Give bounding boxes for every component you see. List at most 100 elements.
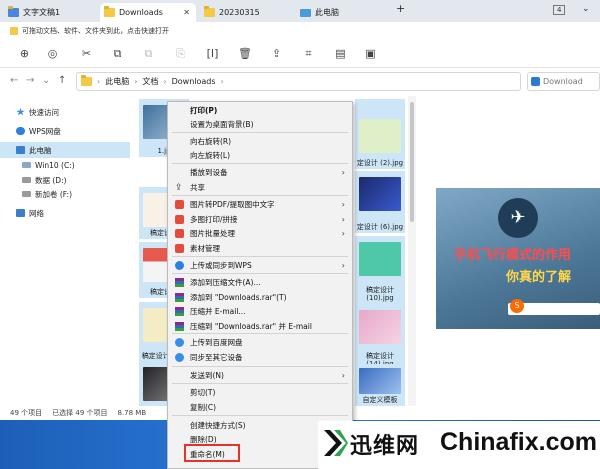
menu-item[interactable]: 向右旋转(R) [168,135,352,148]
breadcrumb-item[interactable]: 此电脑 [105,76,129,87]
file-area-scrollbar[interactable] [408,96,416,406]
breadcrumb-separator: › [163,77,167,86]
menu-item-label: 上传到百度网盘 [190,338,243,347]
file-tile[interactable]: 自定义模板 [355,364,405,406]
file-name: 自定义模板 [362,396,398,404]
scrollbar-thumb[interactable] [410,102,414,222]
menu-item[interactable]: 添加到 "Downloads.rar"(T) [168,291,352,304]
menu-item[interactable]: ⇪ 共享 [168,181,352,194]
close-icon[interactable]: ✕ [183,8,190,17]
new-item-icon[interactable]: ⊕ [18,48,31,60]
menu-item-label: 发送到(N) [190,371,224,380]
link-icon[interactable]: ⎘ [174,48,187,60]
menu-separator [172,415,348,416]
menu-item[interactable]: 同步至其它设备 [168,351,352,364]
baidu-icon [175,353,184,362]
file-tile[interactable]: 稿定设计 (14).jpg [355,304,405,370]
menu-item-label: 压缩并 E-mail... [190,307,246,316]
tab-20230315[interactable]: 20230315 [200,3,292,22]
menu-separator [172,195,348,196]
file-name: 定设计 (2).jpg [356,159,404,167]
wps-cloud-icon [175,261,184,270]
sidebar-item-this-pc[interactable]: 此电脑 [0,142,130,158]
menu-item[interactable]: 压缩并 E-mail... [168,305,352,318]
menu-item[interactable]: 素材管理 [168,242,352,255]
search-input[interactable]: Download [527,72,600,91]
file-thumbnail [359,310,401,344]
cut-icon[interactable]: ✂ [80,48,93,60]
folder-icon [204,6,215,17]
menu-item[interactable]: 多图打印/拼接 › [168,213,352,226]
menu-item-label: 上传或同步到WPS [190,261,252,270]
menu-item[interactable]: 播放到设备 › [168,166,352,179]
rar-icon [175,278,184,287]
more-icon[interactable]: ▣ [364,48,377,60]
menu-item-label: 同步至其它设备 [190,353,243,362]
wps-icon [175,244,184,253]
tab-downloads[interactable]: Downloads ✕ [100,3,196,22]
copy-icon[interactable]: ⧉ [111,48,124,60]
menu-item-label: 图片批量处理 [190,229,235,238]
up-icon[interactable]: ↑ [58,75,66,86]
file-thumbnail [359,119,401,153]
tab-count-badge[interactable]: 4 [553,5,566,15]
chevron-down-icon[interactable]: ⌄ [42,75,50,86]
crop-icon[interactable]: ⌗ [302,48,315,60]
menu-item[interactable]: 打印(P) [168,104,352,117]
toolbar: ⊕ ◎ ✂ ⧉ ⧉ ⎘ [I] 🗑 ⇪ ⌗ ▤ ▣ [0,40,600,68]
properties-icon[interactable]: ◎ [46,48,59,60]
airplane-icon: ✈ [498,198,538,238]
menu-item[interactable]: 设置为桌面背景(B) [168,118,352,131]
document-icon [8,6,19,17]
sidebar-item-label: 新加卷 (F:) [35,189,72,199]
breadcrumb-item[interactable]: 文档 [142,76,158,87]
menu-item[interactable]: 图片转PDF/提取图中文字 › [168,198,352,211]
tab-strip: 文字文稿1 Downloads ✕ 20230315 此电脑 + 4 ⌄ [0,0,600,22]
tab-this-pc[interactable]: 此电脑 [296,3,392,22]
preview-image: ✈ 手机飞行模式的作用 你真的了解 S [436,188,600,329]
chevron-down-icon[interactable]: ⌄ [582,4,590,14]
sidebar-item-drive-c[interactable]: Win10 (C:) [0,157,130,173]
sidebar-item-drive-f[interactable]: 新加卷 (F:) [0,186,130,202]
menu-item[interactable]: 图片批量处理 › [168,227,352,240]
menu-item-label: 打印(P) [190,106,218,115]
save-icon[interactable]: ▤ [334,48,347,60]
delete-icon[interactable]: 🗑 [238,48,252,60]
sidebar-item-network[interactable]: 网络 [0,205,130,221]
paste-icon[interactable]: ⧉ [142,48,155,60]
wps-icon [175,215,184,224]
chevron-right-icon: › [341,200,345,209]
file-tile[interactable]: 定设计 (6).jpg [355,171,405,233]
sidebar-item-wps-drive[interactable]: WPS网盘 [0,123,130,139]
rename-icon[interactable]: [I] [206,48,219,60]
drive-icon [22,162,31,168]
folder-icon [10,27,18,35]
menu-item[interactable]: 上传到百度网盘 [168,336,352,349]
forward-icon[interactable]: → [26,75,34,86]
menu-item[interactable]: 添加到压缩文件(A)... [168,276,352,289]
computer-icon [300,8,311,17]
sidebar-item-quick-access[interactable]: 快速访问 [0,104,130,120]
file-thumbnail [359,242,401,276]
tab-document[interactable]: 文字文稿1 [4,3,96,22]
breadcrumb-item[interactable]: Downloads [172,77,216,86]
share-icon[interactable]: ⇪ [270,48,283,60]
menu-item[interactable]: 复制(C) [168,401,352,414]
back-icon[interactable]: ← [10,75,18,86]
menu-item[interactable]: 发送到(N) › [168,369,352,382]
menu-item[interactable]: 向左旋转(L) [168,149,352,162]
preview-caption-bottom: 你真的了解 [506,270,572,285]
file-tile[interactable]: 定设计 (2).jpg [355,99,405,169]
menu-item[interactable]: 压缩到 "Downloads.rar" 并 E-mail [168,320,352,333]
file-tile[interactable]: 稿定设计 (10).jpg [355,236,405,304]
address-bar[interactable]: › 此电脑 › 文档 › Downloads › [76,72,521,91]
menu-item[interactable]: 上传或同步到WPS › [168,259,352,272]
menu-item-label: 向右旋转(R) [190,137,232,146]
file-thumbnail [359,368,401,394]
quick-bar-hint: 可拖动文档、软件、文件夹到此，点击快速打开 [22,27,169,35]
network-icon [16,209,25,217]
menu-item[interactable]: 剪切(T) [168,386,352,399]
menu-separator [172,333,348,334]
new-tab-button[interactable]: + [396,2,405,15]
menu-item-label: 设置为桌面背景(B) [190,120,254,129]
